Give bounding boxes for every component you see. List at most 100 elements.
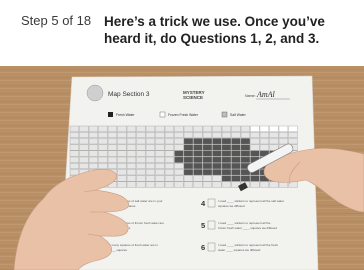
name-label: Name: [245,94,256,98]
map-grid-cell [240,132,251,138]
map-grid-cell [126,169,137,176]
map-grid-cell [174,163,184,169]
map-grid-cell [79,150,89,157]
map-grid-cell [221,150,232,157]
map-grid-cell [155,138,165,145]
map-grid-cell [164,138,175,145]
map-grid-cell [221,125,232,132]
map-grid-cell [107,144,118,151]
map-grid-cell [107,156,118,163]
question-4-line-2: squares we diffused [218,204,245,208]
map-grid-cell [79,132,89,138]
map-grid-cell [193,156,203,163]
map-grid-cell [79,163,89,169]
map-grid-cell [183,175,194,182]
map-grid-cell [174,144,184,151]
map-grid-cell [145,163,156,169]
map-grid-cell [250,144,260,151]
map-grid-cell [98,144,108,151]
map-grid-cell [231,169,241,176]
map-grid-cell [164,175,175,182]
map-grid-cell [202,169,213,176]
question-5-line-1: I used ____ stickers to represent all th… [218,221,271,225]
map-grid-cell [155,169,165,176]
map-grid-cell [107,150,118,157]
map-grid-cell [278,181,289,188]
map-grid-cell [259,125,270,132]
legend-fresh: Fresh Water [116,113,135,117]
map-grid-cell [155,125,165,132]
step-photo: Map Section 3 MYSTERY SCIENCE Name: AmAl… [0,66,364,270]
map-grid-cell [231,156,241,163]
map-grid-cell [202,156,213,163]
map-grid-cell [145,138,156,145]
map-grid-cell [269,138,279,145]
map-grid-cell [126,163,137,169]
map-grid-cell [117,144,127,151]
map-grid-cell [164,144,175,151]
map-grid-cell [193,150,203,157]
map-grid-cell [250,132,260,138]
map-grid-cell [155,150,165,157]
map-grid-cell [126,156,137,163]
map-grid-cell [107,163,118,169]
legend-swatch-frozen [159,111,166,118]
map-grid-cell [193,132,203,138]
map-grid-cell [69,144,80,151]
map-grid-cell [117,132,127,138]
map-grid-cell [250,150,260,157]
map-grid-cell [240,138,251,145]
map-grid-cell [69,163,80,169]
map-grid-cell [98,132,108,138]
map-grid-cell [155,181,165,188]
map-grid-cell [288,138,298,145]
map-grid-cell [126,144,137,151]
map-grid-cell [250,175,260,182]
map-grid-cell [69,150,80,157]
map-grid-cell [202,175,213,182]
map-grid-cell [221,163,232,169]
map-grid-cell [221,132,232,138]
map-grid-cell [212,169,222,176]
map-grid-cell [202,125,213,132]
legend-swatch-salt [221,111,228,118]
map-grid-cell [145,125,156,132]
map-grid-cell [174,132,184,138]
brand-line-2: SCIENCE [183,95,203,100]
map-grid-cell [126,132,137,138]
legend-salt: Salt Water [230,113,247,117]
map-grid-cell [221,181,232,188]
question-4-line-1: I used ____ stickers to represent all th… [218,199,284,203]
map-grid-cell [164,125,175,132]
map-grid-cell [88,132,99,138]
map-grid-cell [98,138,108,145]
map-grid-cell [145,175,156,182]
map-grid-cell [79,138,89,145]
map-grid-cell [259,144,270,151]
map-grid-cell [155,175,165,182]
map-grid-cell [221,175,232,182]
map-grid-cell [88,138,99,145]
map-grid-cell [174,181,184,188]
map-grid-cell [88,150,99,157]
map-grid-cell [193,181,203,188]
map-grid-cell [212,144,222,151]
question-5-line-2: frozen fresh water ____ squares we diffu… [218,226,277,230]
map-grid-cell [288,132,298,138]
map-grid-cell [136,150,146,157]
map-grid-cell [136,156,146,163]
map-grid-cell [107,132,118,138]
map-grid-cell [69,138,80,145]
map-grid-cell [231,125,241,132]
map-grid-cell [174,156,184,163]
map-grid-cell [117,163,127,169]
map-grid-cell [193,138,203,145]
globe-icon [86,84,104,102]
map-grid-cell [202,150,213,157]
map-grid-cell [212,156,222,163]
map-grid-cell [231,132,241,138]
map-grid-cell [107,138,118,145]
map-grid-cell [202,132,213,138]
map-grid-cell [155,144,165,151]
map-grid-cell [88,163,99,169]
